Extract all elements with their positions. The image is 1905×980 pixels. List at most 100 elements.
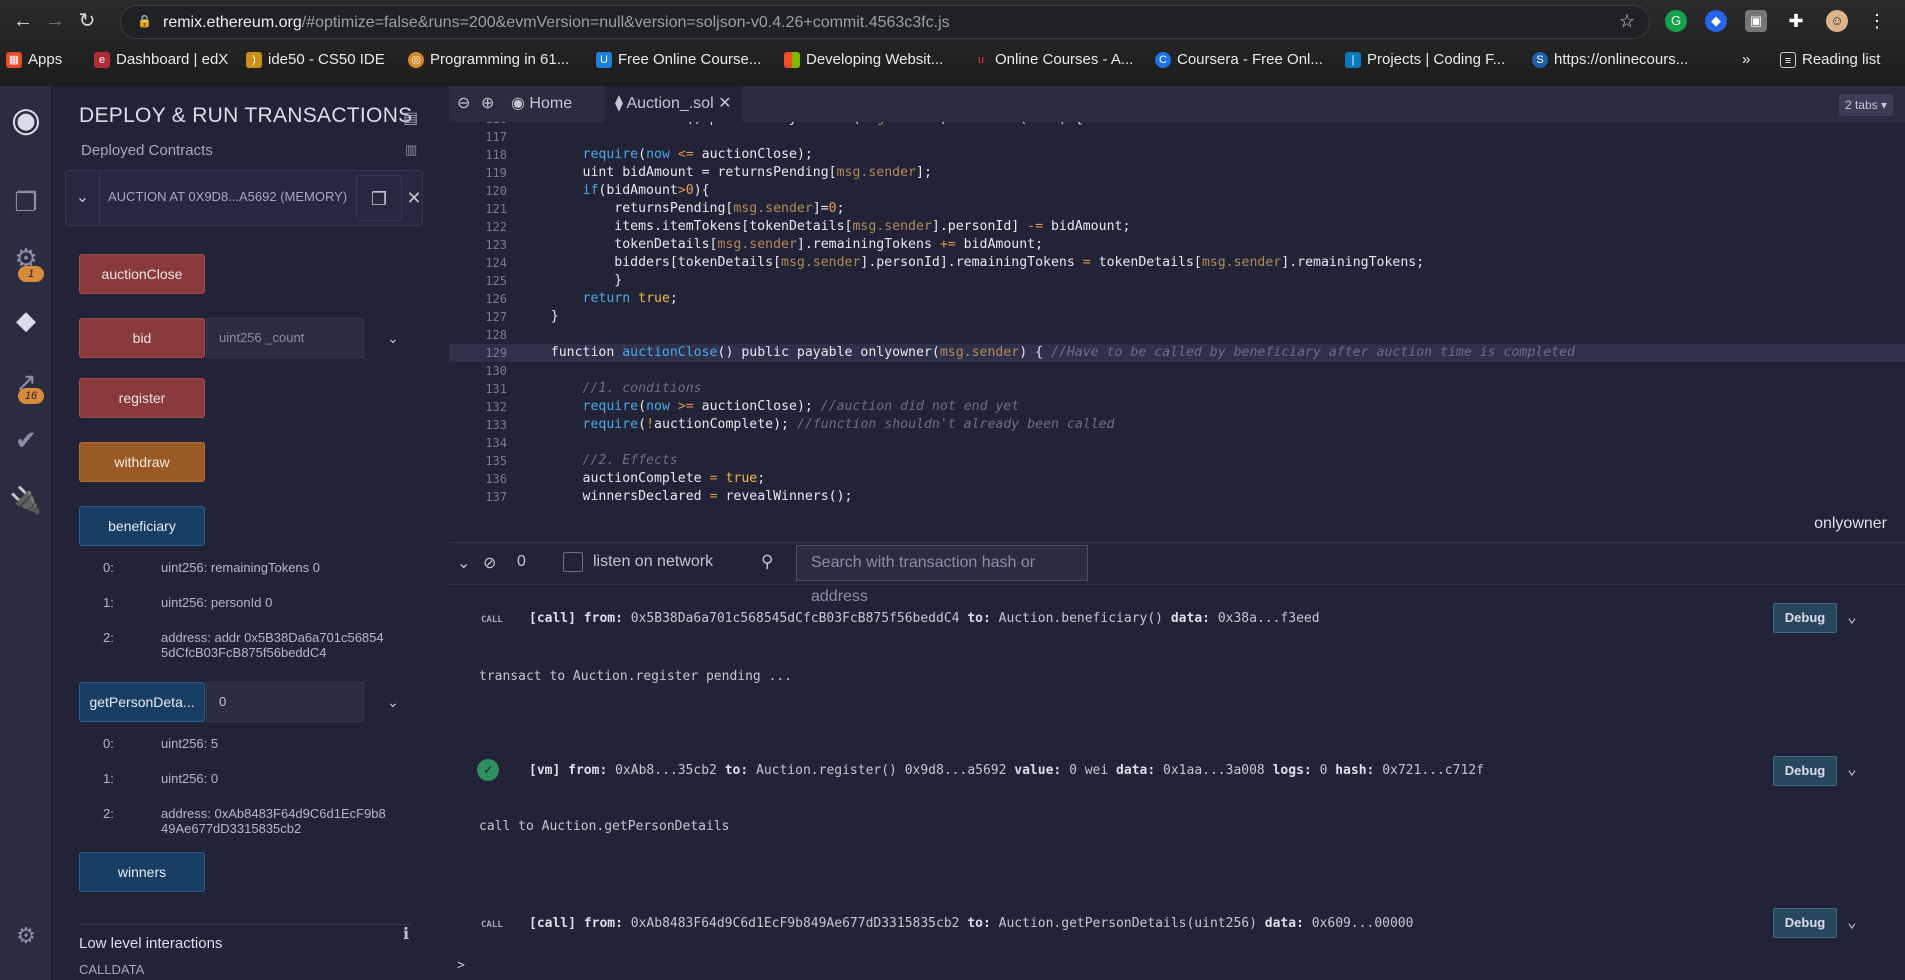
current-function-label: onlyowner	[1814, 515, 1887, 532]
bookmark-free-courses[interactable]: U Free Online Course...	[596, 51, 761, 68]
code-line[interactable]: 131 //1. conditions	[449, 380, 1905, 398]
deploy-run-icon[interactable]: ◆	[6, 300, 46, 340]
tab-auction-sol[interactable]: ⧫ Auction_.sol ✕	[605, 86, 742, 122]
gem-extension-icon[interactable]: ◆	[1705, 10, 1727, 32]
bid-button[interactable]: bid	[79, 318, 205, 358]
tab-home[interactable]: ◉ Home	[511, 86, 572, 122]
listen-network-checkbox[interactable]	[563, 552, 583, 572]
code-line[interactable]: 132 require(now >= auctionClose); //auct…	[449, 398, 1905, 416]
bookmark-star-icon[interactable]: ☆	[1619, 11, 1635, 32]
code-line[interactable]: 124 bidders[tokenDetails[msg.sender].per…	[449, 254, 1905, 272]
grammarly-icon[interactable]: G	[1665, 10, 1687, 32]
bookmark-online-courses[interactable]: u Online Courses - A...	[973, 51, 1133, 68]
avatar[interactable]: ☺	[1826, 10, 1848, 32]
success-check-icon: ✓	[477, 759, 499, 781]
course-icon: ◎	[408, 51, 424, 68]
bookmark-onlinecourses[interactable]: Shttps://onlinecours...	[1532, 51, 1688, 68]
plugin-manager-icon[interactable]: 🔌	[6, 480, 46, 520]
zoom-in-icon[interactable]: ⊕	[481, 86, 494, 122]
clear-console-icon[interactable]: ⊘	[483, 553, 496, 573]
tabs-count-label: 2 tabs	[1844, 98, 1878, 112]
projects-icon: |	[1345, 51, 1361, 68]
code-line[interactable]: 122 items.itemTokens[tokenDetails[msg.se…	[449, 218, 1905, 236]
person-id-input[interactable]: 0	[206, 682, 364, 722]
code-line[interactable]: 137 winnersDeclared = revealWinners();	[449, 488, 1905, 506]
code-line[interactable]: 120 if(bidAmount>0){	[449, 182, 1905, 200]
withdraw-button[interactable]: withdraw	[79, 442, 205, 482]
code-line[interactable]: 129 function auctionClose() public payab…	[449, 344, 1905, 362]
extension-icon[interactable]: ▣	[1745, 10, 1767, 32]
close-icon[interactable]: ✕	[404, 171, 424, 225]
code-line[interactable]: 126 return true;	[449, 290, 1905, 308]
back-icon[interactable]: ←	[10, 8, 36, 34]
bookmark-projects[interactable]: | Projects | Coding F...	[1345, 51, 1505, 68]
debug-button[interactable]: Debug	[1773, 603, 1837, 633]
more-bookmarks-button[interactable]: »	[1742, 51, 1750, 68]
bookmark-edx[interactable]: e Dashboard | edX	[94, 51, 228, 68]
chevron-down-icon[interactable]: ⌄	[66, 171, 100, 225]
reading-list-button[interactable]: ≡ Reading list	[1780, 51, 1880, 68]
copy-address-icon[interactable]: ❐	[356, 175, 402, 221]
collapse-terminal-icon[interactable]: ⌄	[457, 553, 470, 573]
register-button[interactable]: register	[79, 378, 205, 418]
code-line[interactable]: 128	[449, 326, 1905, 344]
forward-icon[interactable]: →	[42, 8, 68, 34]
info-icon[interactable]: ℹ	[403, 924, 409, 944]
zoom-out-icon[interactable]: ⊖	[457, 86, 470, 122]
bookmark-cs50[interactable]: ) ide50 - CS50 IDE	[246, 51, 385, 68]
winners-button[interactable]: winners	[79, 852, 205, 892]
microsoft-icon	[784, 51, 800, 68]
expand-chevron-icon[interactable]: ⌄	[1847, 607, 1857, 626]
tabs-count-button[interactable]: 2 tabs ▾	[1838, 94, 1893, 116]
bid-count-input[interactable]: uint256 _count	[206, 318, 364, 358]
line-number: 121	[485, 202, 507, 216]
debug-button[interactable]: Debug	[1773, 908, 1837, 938]
browser-chrome: ← → ↻ 🔒 remix.ethereum.org/#optimize=fal…	[0, 0, 1905, 86]
file-explorer-icon[interactable]: ❐	[6, 182, 46, 222]
output-value: address: addr 0x5B38Da6a701c568545dCfcB0…	[161, 630, 384, 660]
code-line[interactable]: 130	[449, 362, 1905, 380]
code-line[interactable]: 119 uint bidAmount = returnsPending[msg.…	[449, 164, 1905, 182]
bookmark-developing[interactable]: Developing Websit...	[784, 51, 943, 68]
code-line[interactable]: 134	[449, 434, 1905, 452]
output-index: 1:	[103, 771, 114, 786]
bookmark-programming[interactable]: ◎ Programming in 61...	[408, 51, 569, 68]
code-line[interactable]: 125 }	[449, 272, 1905, 290]
clear-instances-icon[interactable]: ▥	[405, 142, 417, 158]
menu-dots-icon[interactable]: ⋮	[1866, 10, 1888, 32]
debug-button[interactable]: Debug	[1773, 756, 1837, 786]
transaction-search-input[interactable]: Search with transaction hash or address	[796, 545, 1088, 605]
bid-expand-chevron-icon[interactable]: ⌄	[383, 318, 403, 358]
code-editor[interactable]: 116 function withdraw() public onlybidde…	[449, 122, 1905, 507]
output-index: 2:	[103, 806, 114, 821]
code-line[interactable]: 133 require(!auctionComplete); //functio…	[449, 416, 1905, 434]
terminal-call-entry: [call] from: 0x5B38Da6a701c568545dCfcB03…	[529, 611, 1320, 626]
code-line[interactable]: 117	[449, 128, 1905, 146]
code-line[interactable]: 127 }	[449, 308, 1905, 326]
code-line[interactable]: 135 //2. Effects	[449, 452, 1905, 470]
auction-close-button[interactable]: auctionClose	[79, 254, 205, 294]
bookmark-apps[interactable]: ▦ Apps	[6, 51, 62, 68]
get-person-details-button[interactable]: getPersonDeta...	[79, 682, 205, 722]
reload-icon[interactable]: ↻	[74, 8, 100, 34]
code-line[interactable]: 121 returnsPending[msg.sender]=0;	[449, 200, 1905, 218]
terminal-prompt[interactable]: >	[457, 958, 465, 973]
beneficiary-button[interactable]: beneficiary	[79, 506, 205, 546]
editor-tabs: ⊖ ⊕ ◉ Home ⧫ Auction_.sol ✕ 2 tabs ▾	[449, 86, 1905, 122]
address-bar[interactable]: 🔒 remix.ethereum.org/#optimize=false&run…	[120, 5, 1650, 39]
puzzle-icon[interactable]: ✚	[1785, 10, 1807, 32]
bookmark-coursera[interactable]: C Coursera - Free Onl...	[1155, 51, 1323, 68]
u-icon: U	[596, 51, 612, 68]
line-number: 130	[485, 364, 507, 378]
settings-gear-icon[interactable]: ⚙	[6, 916, 46, 956]
docs-icon[interactable]: ▤	[403, 108, 419, 127]
close-tab-icon[interactable]: ✕	[718, 95, 731, 112]
expand-chevron-icon[interactable]: ⌄	[1847, 759, 1857, 778]
code-line[interactable]: 118 require(now <= auctionClose);	[449, 146, 1905, 164]
testing-icon[interactable]: ✔	[6, 420, 46, 460]
code-line[interactable]: 136 auctionComplete = true;	[449, 470, 1905, 488]
code-line[interactable]: 123 tokenDetails[msg.sender].remainingTo…	[449, 236, 1905, 254]
person-expand-chevron-icon[interactable]: ⌄	[383, 682, 403, 722]
remix-logo-icon[interactable]: ◉	[6, 100, 46, 140]
expand-chevron-icon[interactable]: ⌄	[1847, 912, 1857, 931]
